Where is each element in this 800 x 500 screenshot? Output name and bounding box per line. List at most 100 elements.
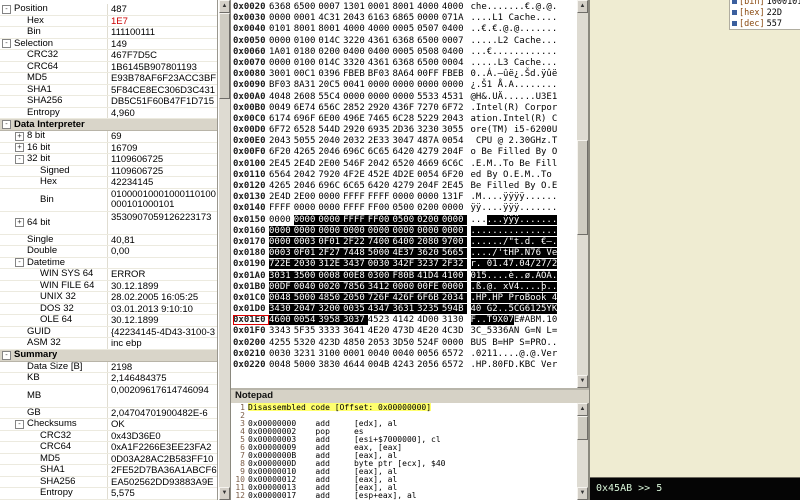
info-row[interactable]: CRC64 0xA1F2266E3EE23FA2 — [0, 442, 217, 454]
info-row[interactable]: Double 0,00 — [0, 246, 217, 258]
expander-icon[interactable] — [15, 339, 24, 348]
hex-word[interactable]: 5000 — [294, 360, 319, 370]
hex-word[interactable]: 4F2E — [343, 170, 368, 180]
info-row[interactable]: MD5 0D03A28AC2B583FF101922D41... — [0, 453, 217, 465]
notepad-content[interactable]: 1 Disassembled code [Offset: 0x00000000]… — [231, 403, 576, 500]
hex-word[interactable]: 2F27 — [318, 248, 344, 259]
hex-word[interactable]: 0001 — [368, 2, 393, 12]
ascii-char[interactable]: / — [530, 259, 536, 270]
hex-word[interactable]: 4142 — [392, 315, 417, 325]
hex-word[interactable]: 3620 — [417, 248, 442, 259]
hex-word[interactable]: 7448 — [343, 248, 368, 259]
hex-row[interactable]: 0x0180 0003 0F01 2F27 7448 5000 4E37 3620 5665..… — [233, 248, 576, 259]
hex-word[interactable]: 2034 — [441, 292, 467, 303]
hex-ascii-column[interactable]: BUS B=HP S=PRO.. — [471, 338, 558, 348]
info-row[interactable]: Signed 1109606725 — [0, 165, 217, 177]
hex-ascii-column[interactable]: .....L2 Cache... — [471, 36, 558, 46]
info-row[interactable]: Hex 42234145 — [0, 177, 217, 189]
ascii-char[interactable]: . — [546, 214, 552, 225]
ascii-char[interactable]: l — [552, 159, 557, 169]
hex-row[interactable]: 0x01E0 4600 0054 3958 3037 4523 4142 4D00 3130 F.… — [233, 315, 576, 326]
hex-word[interactable]: 3001 — [269, 69, 294, 79]
hex-word[interactable]: 4361 — [368, 58, 393, 68]
hex-word[interactable]: 1301 — [343, 2, 368, 12]
hex-word[interactable]: 2E33 — [368, 136, 393, 146]
hex-word[interactable]: 5229 — [417, 114, 442, 124]
ascii-char[interactable]: A — [546, 270, 552, 281]
hex-word[interactable]: 423D — [318, 338, 343, 348]
info-row[interactable]: MD5 E93B78AF6F23ACC3BF5953998... — [0, 73, 217, 85]
hex-word[interactable]: 4000 — [442, 2, 467, 12]
hex-word[interactable]: 2F22 — [343, 236, 368, 247]
hex-word[interactable]: 3037 — [343, 315, 368, 326]
hex-word[interactable]: 2032 — [343, 136, 368, 146]
expander-icon[interactable] — [28, 281, 37, 290]
hex-ascii-column[interactable]: 40 G2..5CG6125YK — [470, 304, 558, 315]
hex-word[interactable]: 696C — [318, 181, 343, 191]
hex-word[interactable]: 0000 — [294, 203, 319, 213]
expander-icon[interactable] — [15, 51, 24, 60]
hex-word[interactable]: 6420 — [368, 181, 393, 191]
hex-word[interactable]: 0000 — [442, 80, 467, 90]
scroll-down-icon[interactable]: ▼ — [577, 375, 588, 388]
ascii-char[interactable]: . — [551, 281, 558, 292]
hex-word[interactable]: 0000 — [368, 80, 393, 90]
hex-word[interactable]: 0007 — [442, 36, 467, 46]
ascii-char[interactable]: . — [481, 281, 487, 292]
scroll-up-icon[interactable]: ▲ — [219, 0, 230, 13]
hex-word[interactable]: 4E20 — [417, 326, 442, 336]
hex-word[interactable]: 0040 — [293, 281, 319, 292]
hex-word[interactable]: 2E4D — [294, 159, 319, 169]
hex-word[interactable]: FFFF — [368, 192, 393, 202]
hex-word[interactable]: 8001 — [294, 24, 319, 34]
ascii-char[interactable]: / — [546, 259, 552, 270]
hex-word[interactable]: 1A01 — [269, 47, 294, 57]
info-row[interactable]: CRC32 467F7D5C — [0, 50, 217, 62]
hex-word[interactable]: 2920 — [343, 125, 368, 135]
hex-ascii-column[interactable]: ....../"t.d. €—. — [470, 236, 558, 247]
notepad-line[interactable]: 9 0x00000010 add [eax], al — [231, 467, 576, 476]
hex-word[interactable]: 4000 — [368, 24, 393, 34]
hex-word[interactable]: 0101 — [269, 24, 294, 34]
hex-word[interactable]: 7400 — [367, 236, 393, 247]
hex-word[interactable]: 0049 — [269, 103, 294, 113]
ascii-char[interactable]: . — [546, 281, 552, 292]
ascii-char[interactable]: . — [552, 192, 557, 202]
hex-row[interactable]: 0x0210 0030 3231 3100 0001 0040 0040 0056 6572.0… — [233, 349, 576, 360]
notepad-line[interactable]: 5 0x00000003 add [esi+$7000000], cl — [231, 435, 576, 444]
hex-word[interactable]: 487A — [417, 136, 442, 146]
expander-icon[interactable]: + — [15, 131, 24, 141]
hex-ascii-column[interactable]: ÿÿ....ÿÿÿ....... — [471, 203, 558, 213]
hex-word[interactable]: 722E — [269, 259, 294, 270]
hex-ascii-column[interactable]: r. 01.47.04/27/2 — [470, 259, 558, 270]
ascii-char[interactable]: C — [552, 114, 557, 124]
hex-word[interactable]: 6C6C — [442, 159, 467, 169]
hex-word[interactable]: 6368 — [392, 58, 417, 68]
info-row[interactable]: WIN SYS 64 ERROR — [0, 269, 217, 281]
notepad-line[interactable]: 7 0x0000000B add [eax], al — [231, 451, 576, 460]
hex-word[interactable]: 0000 — [441, 214, 467, 225]
hex-word[interactable]: 55C4 — [318, 92, 343, 102]
hex-word[interactable]: 4D2E — [392, 170, 417, 180]
hex-word[interactable]: 2D36 — [392, 125, 417, 135]
hex-word[interactable]: 0040 — [392, 349, 417, 359]
hex-word[interactable]: 8001 — [392, 2, 417, 12]
hex-ascii-column[interactable]: 015....è..ø.AÔA. — [470, 270, 558, 281]
ascii-char[interactable]: V — [546, 248, 552, 259]
ascii-char[interactable]: . — [519, 281, 525, 292]
hex-word[interactable]: 4523 — [368, 315, 393, 325]
ascii-char[interactable]: o — [530, 292, 536, 303]
hex-word[interactable]: 2042 — [294, 170, 319, 180]
hex-word[interactable]: 2F32 — [441, 259, 467, 270]
hex-word[interactable]: 3235 — [417, 304, 442, 315]
info-row[interactable]: Single 40,81 — [0, 234, 217, 246]
hex-word[interactable]: 6420 — [392, 147, 417, 157]
hex-word[interactable]: 0030 — [367, 259, 393, 270]
hex-word[interactable]: 0000 — [367, 225, 393, 236]
info-row[interactable]: WIN FILE 64 30.12.1899 — [0, 280, 217, 292]
expander-icon[interactable]: - — [15, 154, 24, 164]
info-row[interactable]: + 16 bit 16709 — [0, 142, 217, 154]
hex-word[interactable]: 131F — [442, 192, 467, 202]
hex-ascii-column[interactable]: ................ — [470, 225, 558, 236]
hex-row[interactable]: 0x00E0 2043 5055 2040 2032 2E33 3047 487A 0054 C… — [233, 136, 576, 147]
